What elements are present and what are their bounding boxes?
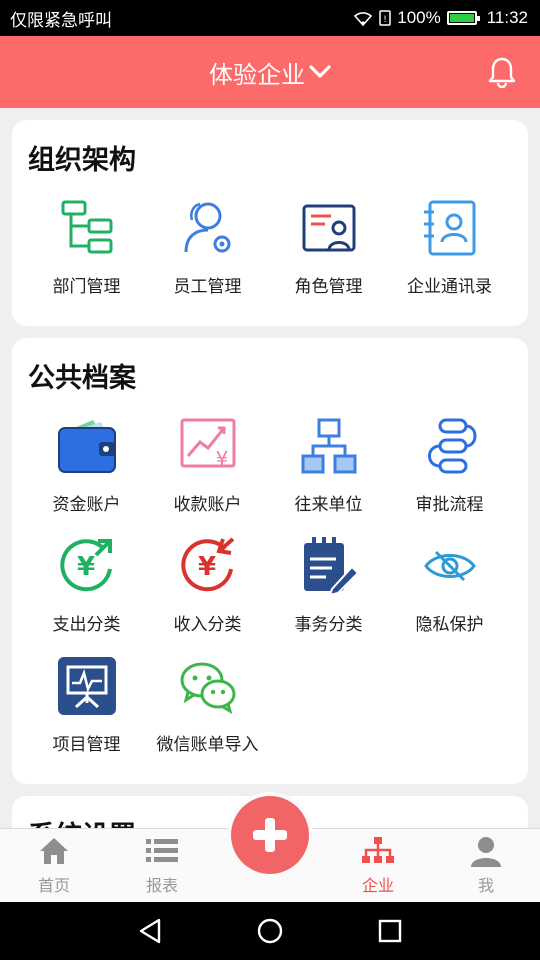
grid-item-income-category[interactable]: ¥ 收入分类 xyxy=(147,532,268,652)
recents-icon[interactable] xyxy=(377,918,403,944)
grid-item-expense-category[interactable]: ¥ 支出分类 xyxy=(26,532,147,652)
system-nav-bar xyxy=(0,902,540,960)
svg-text:¥: ¥ xyxy=(76,552,94,582)
grid-item-label: 支出分类 xyxy=(52,615,121,634)
grid-item-role[interactable]: 角色管理 xyxy=(268,194,389,314)
tab-label: 首页 xyxy=(37,878,70,895)
wifi-icon xyxy=(354,12,373,26)
company-switcher[interactable]: 体验企业 xyxy=(209,55,331,90)
card-organization: 组织架构 部门管理 员工管理 角色管理 企业通讯录 xyxy=(12,120,528,326)
app-header: 体验企业 xyxy=(0,36,540,108)
grid-item-partner[interactable]: 往来单位 xyxy=(268,412,389,532)
grid-item-label: 收款账户 xyxy=(173,495,242,514)
presentation-board-icon xyxy=(55,654,119,718)
grid-item-wechat-import[interactable]: 微信账单导入 xyxy=(147,652,268,772)
carrier-text: 仅限紧急呼叫 xyxy=(10,10,112,30)
archive-grid: 资金账户 ¥ 收款账户 往来单位 审批流程 ¥ 支出分类 ¥ 收入分类 事务分类… xyxy=(12,412,528,772)
tab-me[interactable]: 我 xyxy=(432,829,540,902)
back-icon[interactable] xyxy=(137,917,163,945)
notepad-pen-icon xyxy=(297,534,361,598)
grid-item-label: 隐私保护 xyxy=(415,615,484,634)
company-title: 体验企业 xyxy=(209,61,305,89)
grid-item-label: 部门管理 xyxy=(52,277,121,296)
svg-text:¥: ¥ xyxy=(197,552,215,582)
tab-enterprise[interactable]: 企业 xyxy=(324,829,432,902)
wechat-icon xyxy=(176,654,240,718)
grid-item-label: 往来单位 xyxy=(294,495,363,514)
tab-label: 我 xyxy=(477,878,494,895)
grid-item-receiving-account[interactable]: ¥ 收款账户 xyxy=(147,412,268,532)
grid-item-fund-account[interactable]: 资金账户 xyxy=(26,412,147,532)
chevron-down-icon xyxy=(309,65,331,78)
list-icon xyxy=(145,834,179,868)
tab-home[interactable]: 首页 xyxy=(0,829,108,902)
expense-category-icon: ¥ xyxy=(55,534,119,598)
main-content[interactable]: 组织架构 部门管理 员工管理 角色管理 企业通讯录 公共档案 资金账户 ¥ 收款… xyxy=(0,108,540,828)
section-title: 系统设置 xyxy=(28,814,136,828)
home-icon xyxy=(37,834,71,868)
battery-percent: 100% xyxy=(397,8,441,27)
grid-item-label: 收入分类 xyxy=(173,615,242,634)
wallet-icon xyxy=(55,414,119,478)
plus-icon xyxy=(253,818,287,852)
grid-item-label: 审批流程 xyxy=(415,495,484,514)
tab-report[interactable]: 报表 xyxy=(108,829,216,902)
grid-item-label: 资金账户 xyxy=(52,495,121,514)
grid-item-label: 项目管理 xyxy=(52,735,121,754)
tab-label: 企业 xyxy=(361,878,394,895)
hierarchy-icon xyxy=(297,414,361,478)
eye-hidden-icon xyxy=(418,534,482,598)
income-category-icon: ¥ xyxy=(176,534,240,598)
clock-time: 11:32 xyxy=(486,8,528,27)
grid-item-project[interactable]: 项目管理 xyxy=(26,652,147,772)
sim-icon: ! xyxy=(379,10,391,26)
status-right: ! 100% 11:32 xyxy=(353,8,528,28)
approval-flow-icon xyxy=(418,414,482,478)
income-chart-icon: ¥ xyxy=(176,414,240,478)
grid-item-approval-flow[interactable]: 审批流程 xyxy=(389,412,510,532)
section-title: 组织架构 xyxy=(28,145,136,175)
add-button[interactable] xyxy=(231,796,309,874)
tab-label: 报表 xyxy=(145,878,178,895)
org-chart-icon xyxy=(55,196,119,260)
grid-item-privacy[interactable]: 隐私保护 xyxy=(389,532,510,652)
battery-icon xyxy=(446,11,480,25)
grid-item-address-book[interactable]: 企业通讯录 xyxy=(389,194,510,314)
grid-item-label: 员工管理 xyxy=(173,277,242,296)
grid-item-label: 角色管理 xyxy=(294,277,363,296)
user-icon xyxy=(469,834,503,868)
status-bar: 仅限紧急呼叫 ! 100% 11:32 xyxy=(0,0,540,36)
grid-item-affair-category[interactable]: 事务分类 xyxy=(268,532,389,652)
section-title: 公共档案 xyxy=(28,363,136,393)
enterprise-icon xyxy=(361,834,395,868)
grid-item-staff[interactable]: 员工管理 xyxy=(147,194,268,314)
address-book-icon xyxy=(418,196,482,260)
svg-text:!: ! xyxy=(383,15,387,25)
grid-item-label: 企业通讯录 xyxy=(407,277,492,296)
organization-grid: 部门管理 员工管理 角色管理 企业通讯录 xyxy=(12,194,528,314)
svg-text:¥: ¥ xyxy=(215,447,228,471)
grid-item-label: 微信账单导入 xyxy=(156,735,259,754)
staff-settings-icon xyxy=(176,196,240,260)
home-nav-icon[interactable] xyxy=(256,917,284,945)
bell-icon[interactable] xyxy=(486,56,518,88)
grid-item-department[interactable]: 部门管理 xyxy=(26,194,147,314)
role-card-icon xyxy=(297,196,361,260)
card-public-archive: 公共档案 资金账户 ¥ 收款账户 往来单位 审批流程 ¥ 支出分类 ¥ 收入分类… xyxy=(12,338,528,784)
grid-item-label: 事务分类 xyxy=(294,615,363,634)
